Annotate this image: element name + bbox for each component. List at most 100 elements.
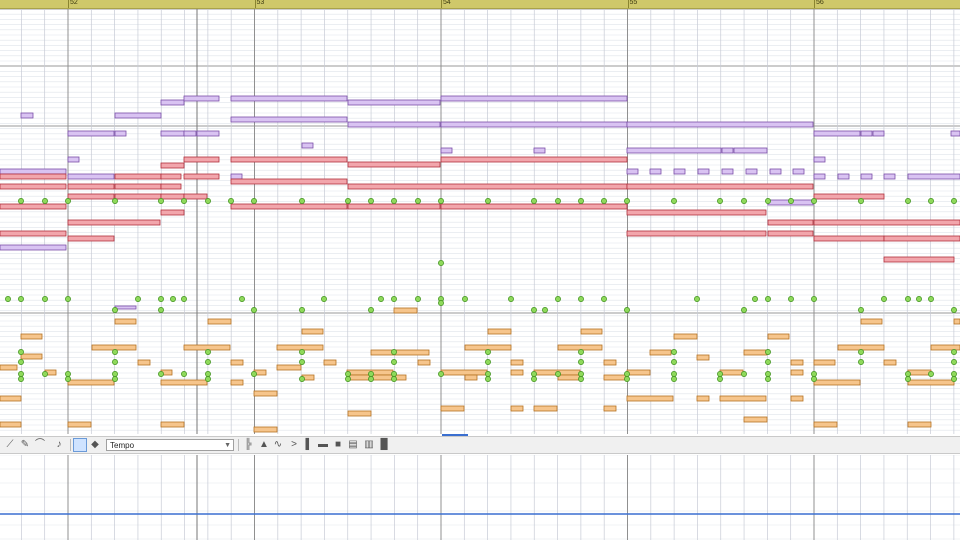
note-red[interactable] (230, 156, 348, 163)
note-red[interactable] (626, 209, 767, 216)
event-marker[interactable] (5, 296, 11, 302)
note-orange[interactable] (907, 421, 932, 428)
note-orange[interactable] (160, 421, 185, 428)
note-orange[interactable] (323, 359, 337, 366)
piano-roll-grid[interactable] (0, 9, 960, 434)
note-purple[interactable] (114, 112, 162, 119)
event-marker[interactable] (928, 198, 934, 204)
event-marker[interactable] (671, 359, 677, 365)
note-purple[interactable] (813, 173, 826, 180)
event-marker[interactable] (368, 371, 374, 377)
event-marker[interactable] (905, 198, 911, 204)
note-orange[interactable] (230, 359, 244, 366)
event-marker[interactable] (905, 376, 911, 382)
chevron-down-icon[interactable]: ▼ (224, 440, 231, 452)
note-red[interactable] (626, 183, 814, 190)
event-marker[interactable] (158, 296, 164, 302)
event-marker[interactable] (18, 359, 24, 365)
note-red[interactable] (440, 156, 628, 163)
event-marker[interactable] (65, 376, 71, 382)
event-marker[interactable] (928, 371, 934, 377)
note-purple[interactable] (183, 95, 220, 102)
event-marker[interactable] (112, 198, 118, 204)
note-red[interactable] (440, 203, 628, 210)
event-marker[interactable] (391, 359, 397, 365)
note-red[interactable] (67, 235, 115, 242)
event-marker[interactable] (905, 296, 911, 302)
event-marker[interactable] (299, 359, 305, 365)
note-red[interactable] (347, 183, 628, 190)
note-red[interactable] (813, 193, 885, 200)
note-purple[interactable] (20, 112, 34, 119)
parabola-tool-icon[interactable]: ⌒ (33, 438, 47, 452)
note-purple[interactable] (347, 121, 441, 128)
note-red[interactable] (183, 156, 220, 163)
control-mode-select[interactable]: Tempo ▼ (106, 439, 234, 451)
event-marker[interactable] (694, 296, 700, 302)
event-marker[interactable] (391, 198, 397, 204)
event-marker[interactable] (951, 349, 957, 355)
event-marker[interactable] (531, 376, 537, 382)
note-red[interactable] (230, 203, 348, 210)
note-orange[interactable] (883, 359, 897, 366)
note-orange[interactable] (253, 426, 278, 433)
event-marker[interactable] (112, 359, 118, 365)
note-orange[interactable] (743, 416, 768, 423)
note-orange[interactable] (533, 405, 558, 412)
note-orange[interactable] (67, 421, 92, 428)
event-marker[interactable] (765, 371, 771, 377)
event-marker[interactable] (112, 349, 118, 355)
note-canvas[interactable] (0, 9, 960, 434)
line-tool-icon[interactable]: ⟋ (3, 438, 17, 452)
note-orange[interactable] (790, 395, 804, 402)
event-marker[interactable] (671, 376, 677, 382)
note-purple[interactable] (440, 121, 628, 128)
note-orange[interactable] (813, 359, 836, 366)
note-purple[interactable] (230, 116, 348, 123)
note-orange[interactable] (790, 369, 804, 376)
greater-than-icon[interactable]: > (287, 438, 301, 452)
event-marker[interactable] (858, 307, 864, 313)
note-orange[interactable] (626, 369, 651, 376)
event-marker[interactable] (881, 296, 887, 302)
event-marker[interactable] (181, 198, 187, 204)
event-marker[interactable] (788, 296, 794, 302)
event-marker[interactable] (624, 371, 630, 377)
freehand-tool-icon[interactable]: ✎ (18, 438, 32, 452)
note-orange[interactable] (301, 328, 324, 335)
note-orange[interactable] (0, 364, 18, 371)
note-purple[interactable] (792, 168, 805, 175)
slim-bar-icon[interactable]: ▌ (302, 438, 316, 452)
event-marker[interactable] (205, 349, 211, 355)
note-purple[interactable] (230, 173, 243, 180)
note-purple[interactable] (533, 147, 546, 154)
note-orange[interactable] (230, 379, 244, 386)
note-purple[interactable] (745, 168, 758, 175)
note-red[interactable] (767, 230, 814, 237)
grid-box-2-icon[interactable]: ▥ (362, 438, 376, 452)
event-marker[interactable] (415, 296, 421, 302)
event-marker[interactable] (508, 296, 514, 302)
note-orange[interactable] (370, 349, 430, 356)
event-marker[interactable] (135, 296, 141, 302)
note-red[interactable] (160, 183, 182, 190)
note-red[interactable] (0, 183, 67, 190)
note-red[interactable] (883, 235, 960, 242)
event-marker[interactable] (717, 371, 723, 377)
note-purple[interactable] (872, 130, 885, 137)
note-orange[interactable] (0, 421, 22, 428)
event-marker[interactable] (601, 198, 607, 204)
note-orange[interactable] (20, 353, 43, 360)
event-marker[interactable] (112, 376, 118, 382)
event-marker[interactable] (170, 296, 176, 302)
event-marker[interactable] (462, 296, 468, 302)
event-marker[interactable] (299, 376, 305, 382)
event-marker[interactable] (788, 198, 794, 204)
event-marker[interactable] (765, 198, 771, 204)
event-marker[interactable] (858, 359, 864, 365)
note-purple[interactable] (347, 99, 441, 106)
grid-box-icon[interactable]: ▤ (346, 438, 360, 452)
note-purple[interactable] (301, 142, 314, 149)
note-orange[interactable] (860, 318, 883, 325)
event-marker[interactable] (951, 198, 957, 204)
